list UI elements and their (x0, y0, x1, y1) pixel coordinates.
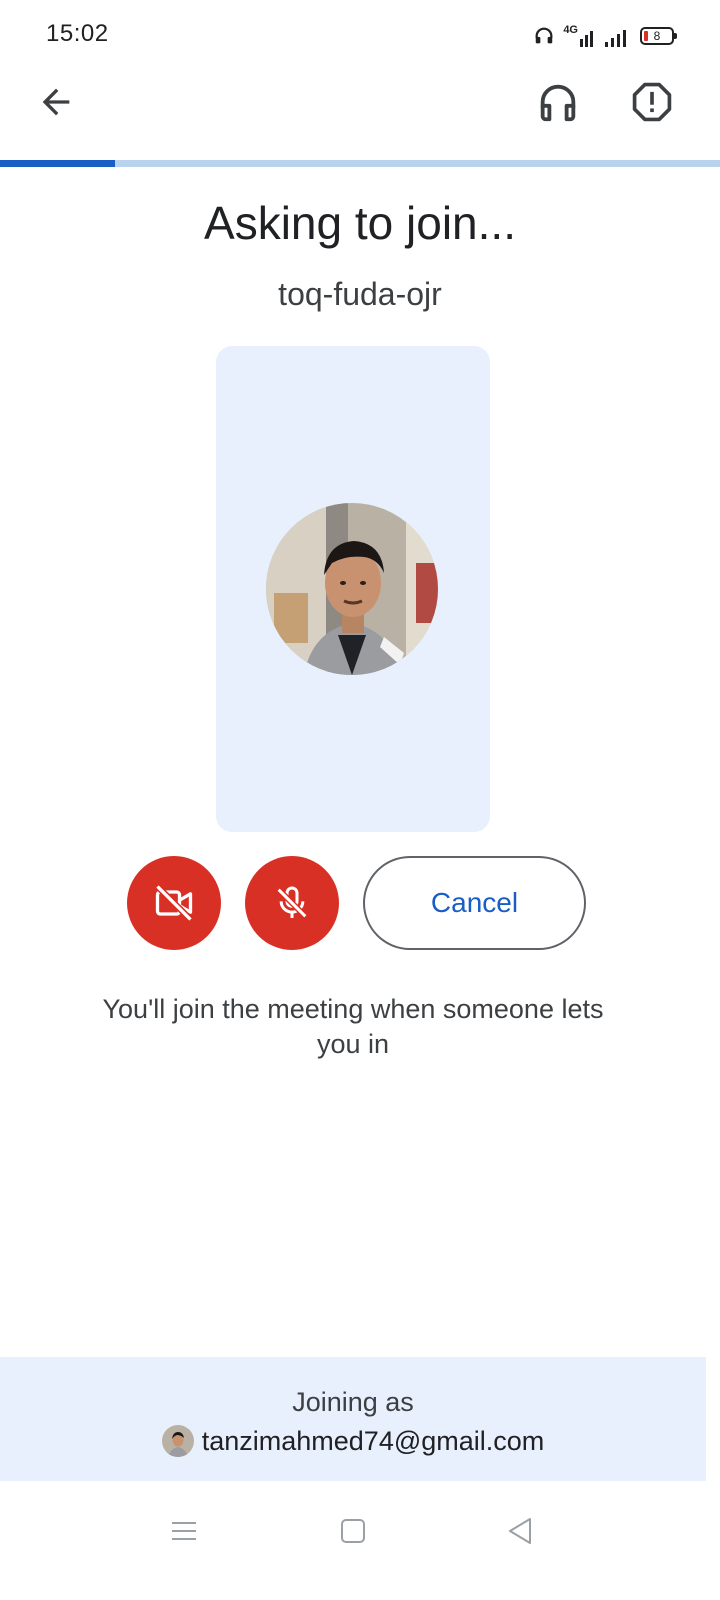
back-button[interactable] (26, 72, 86, 132)
audio-settings-button[interactable] (528, 72, 588, 132)
menu-icon (172, 1522, 196, 1540)
videocam-off-icon (155, 884, 193, 922)
status-icons: 4G 8 (533, 22, 677, 50)
mic-toggle-button[interactable] (245, 856, 339, 950)
joining-account: tanzimahmed74@gmail.com (0, 1425, 706, 1457)
progress-bar (0, 160, 720, 167)
status-bar: 15:02 4G 8 (0, 0, 720, 70)
home-icon (341, 1519, 365, 1543)
home-button[interactable] (331, 1509, 375, 1553)
network-type-label: 4G (563, 24, 578, 36)
signal-4g-icon: 4G (563, 25, 593, 47)
status-time: 15:02 (46, 20, 109, 47)
page-title: Asking to join... (204, 197, 516, 249)
signal-icon (605, 25, 626, 47)
user-avatar (266, 503, 438, 675)
battery-icon: 8 (640, 27, 677, 45)
meeting-code: toq-fuda-ojr (278, 276, 442, 312)
report-icon (632, 82, 672, 122)
progress-fill (0, 160, 116, 167)
app-bar (0, 62, 720, 142)
recent-apps-button[interactable] (162, 1509, 206, 1553)
joining-as-panel: Joining as tanzimahmed74@gmail.com (0, 1357, 706, 1481)
account-avatar (161, 1425, 194, 1457)
cancel-button[interactable]: Cancel (363, 856, 586, 950)
headset-icon (540, 84, 576, 122)
battery-level: 8 (653, 29, 661, 43)
arrow-back-icon (42, 88, 70, 116)
account-email: tanzimahmed74@gmail.com (201, 1425, 545, 1456)
back-triangle-icon (509, 1518, 531, 1544)
system-back-button[interactable] (498, 1509, 542, 1553)
mic-off-icon (276, 886, 308, 919)
report-button[interactable] (622, 72, 682, 132)
join-info-text: You'll join the meeting when someone let… (102, 994, 604, 1059)
system-nav-bar (0, 1481, 720, 1600)
headset-status-icon (535, 27, 553, 44)
camera-toggle-button[interactable] (127, 856, 221, 950)
joining-as-label: Joining as (292, 1387, 414, 1417)
self-preview-tile (216, 346, 490, 832)
